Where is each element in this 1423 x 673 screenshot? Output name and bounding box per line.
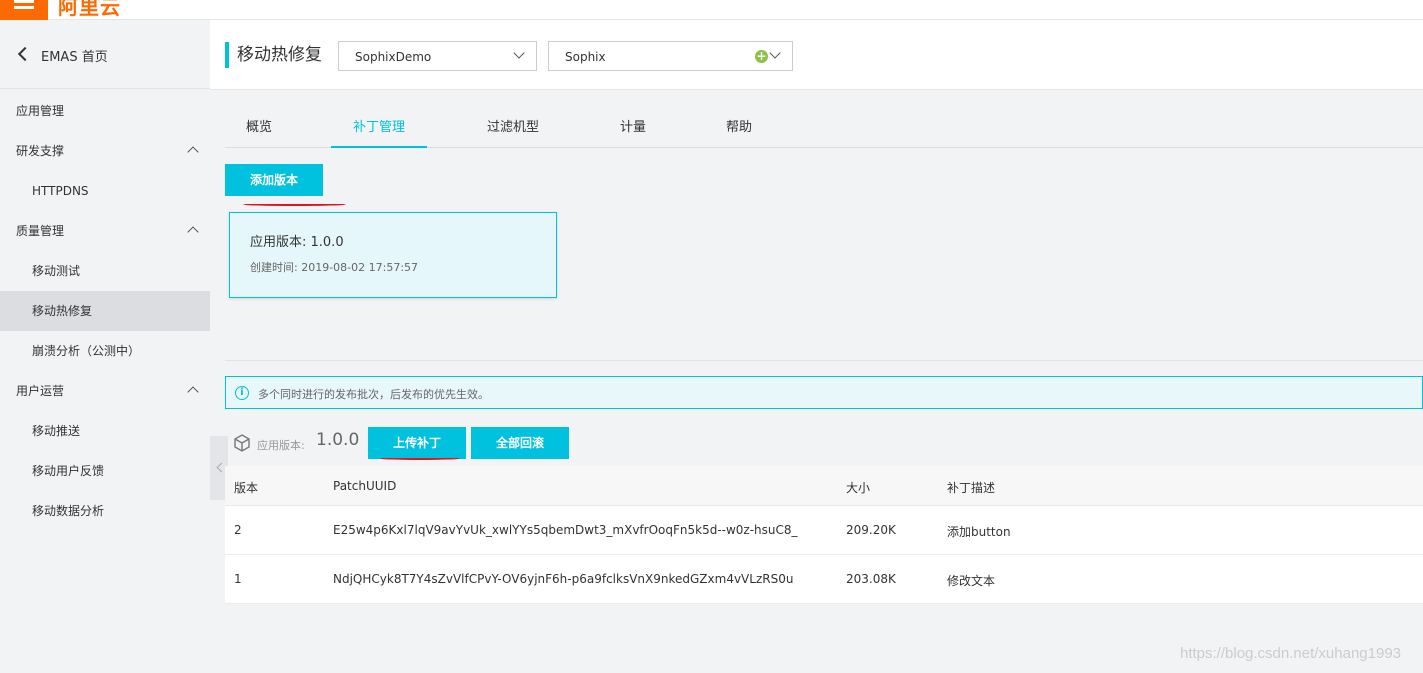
cell-description: 添加button: [947, 525, 1011, 539]
chevron-left-icon: [17, 46, 33, 62]
sidebar-group-quality[interactable]: 质量管理: [0, 211, 210, 251]
notice-text: 多个同时进行的发布批次，后发布的优先生效。: [258, 388, 489, 401]
version-label: 应用版本:: [257, 439, 305, 452]
add-circle-icon[interactable]: +: [755, 50, 768, 63]
table-row[interactable]: 2 E25w4p6Kxl7lqV9avYvUk_xwlYYs5qbemDwt3_…: [225, 506, 1423, 555]
page-title: 移动热修复: [225, 42, 322, 68]
sidebar-item-label: 应用管理: [16, 104, 65, 118]
tab-metering[interactable]: 计量: [599, 107, 667, 148]
chevron-up-icon: [187, 226, 199, 238]
top-bar: 阿里云: [0, 0, 1423, 20]
sidebar-item-push[interactable]: 移动推送: [0, 411, 210, 451]
sidebar-item-httpdns[interactable]: HTTPDNS: [0, 171, 210, 211]
sidebar-item-crash-analysis[interactable]: 崩溃分析（公测中）: [0, 331, 210, 371]
product-select[interactable]: Sophix +: [548, 41, 793, 71]
watermark: https://blog.csdn.net/xuhang1993: [1180, 645, 1402, 662]
cell-size: 209.20K: [846, 523, 896, 537]
sidebar-item-label: 研发支撑: [16, 144, 65, 158]
hamburger-menu-icon[interactable]: [0, 0, 48, 20]
brand-logo[interactable]: 阿里云: [58, 0, 121, 20]
sidebar-item-app-management[interactable]: 应用管理: [0, 91, 210, 131]
sidebar-item-label: 移动测试: [32, 264, 81, 278]
info-icon: i: [235, 386, 249, 400]
cell-patchuuid: NdjQHCyk8T7Y4sZvVlfCPvY-OV6yjnF6h-p6a9fc…: [333, 572, 794, 586]
app-select[interactable]: SophixDemo: [338, 41, 537, 71]
upload-patch-button[interactable]: 上传补丁: [368, 427, 466, 459]
sidebar-group-user-ops[interactable]: 用户运营: [0, 371, 210, 411]
rollback-all-button[interactable]: 全部回滚: [471, 427, 569, 459]
sidebar-item-label: 崩溃分析（公测中）: [32, 344, 141, 358]
tab-bar: 概览 补丁管理 过滤机型 计量 帮助: [225, 107, 1423, 148]
sidebar: EMAS 首页 应用管理 研发支撑 HTTPDNS 质量管理 移动测试 移动热修…: [0, 20, 210, 673]
annotation-underline: [243, 203, 346, 206]
cell-patchuuid: E25w4p6Kxl7lqV9avYvUk_xwlYYs5qbemDwt3_mX…: [333, 523, 798, 537]
sidebar-item-hotfix[interactable]: 移动热修复: [0, 291, 210, 331]
notice-banner: i 多个同时进行的发布批次，后发布的优先生效。: [225, 376, 1423, 409]
table-header: 版本 PatchUUID 大小 补丁描述: [225, 466, 1423, 506]
sidebar-item-mobile-testing[interactable]: 移动测试: [0, 251, 210, 291]
sidebar-item-label: 移动热修复: [32, 304, 93, 318]
cell-version: 1: [234, 572, 242, 586]
column-header-description: 补丁描述: [947, 481, 996, 495]
sidebar-item-label: 质量管理: [16, 224, 65, 238]
tab-overview[interactable]: 概览: [225, 107, 293, 148]
back-label: EMAS 首页: [41, 50, 108, 65]
page-header: 移动热修复 SophixDemo Sophix +: [210, 20, 1423, 90]
version-card-created: 创建时间: 2019-08-02 17:57:57: [250, 261, 419, 274]
column-header-version: 版本: [234, 481, 259, 495]
column-header-patchuuid: PatchUUID: [333, 479, 397, 493]
sidebar-item-label: 移动数据分析: [32, 504, 105, 518]
chevron-down-icon: [769, 47, 781, 59]
tab-filter-models[interactable]: 过滤机型: [465, 107, 561, 148]
version-card-version: 应用版本: 1.0.0: [250, 235, 344, 250]
sidebar-item-label: 用户运营: [16, 384, 65, 398]
version-value: 1.0.0: [316, 430, 360, 450]
tab-patch-management[interactable]: 补丁管理: [331, 107, 427, 148]
cell-description: 修改文本: [947, 574, 996, 588]
chevron-up-icon: [187, 146, 199, 158]
divider: [225, 360, 1423, 361]
app-select-value: SophixDemo: [355, 50, 432, 64]
back-to-emas-home[interactable]: EMAS 首页: [0, 20, 210, 89]
annotation-underline: [380, 457, 460, 460]
product-select-value: Sophix: [565, 50, 606, 64]
package-icon: [234, 434, 250, 452]
sidebar-item-feedback[interactable]: 移动用户反馈: [0, 451, 210, 491]
cell-version: 2: [234, 523, 242, 537]
sidebar-item-label: 移动用户反馈: [32, 464, 105, 478]
add-version-button[interactable]: 添加版本: [225, 164, 323, 196]
sidebar-item-data-analysis[interactable]: 移动数据分析: [0, 491, 210, 531]
patch-table: 版本 PatchUUID 大小 补丁描述 2 E25w4p6Kxl7lqV9av…: [225, 466, 1423, 604]
sidebar-item-label: 移动推送: [32, 424, 81, 438]
sidebar-item-label: HTTPDNS: [32, 184, 89, 198]
chevron-down-icon: [513, 47, 525, 59]
version-card[interactable]: 应用版本: 1.0.0 创建时间: 2019-08-02 17:57:57: [229, 212, 557, 298]
cell-size: 203.08K: [846, 572, 896, 586]
main-content: 概览 补丁管理 过滤机型 计量 帮助 添加版本 应用版本: 1.0.0 创建时间…: [225, 90, 1423, 673]
chevron-up-icon: [187, 386, 199, 398]
sidebar-group-dev-support[interactable]: 研发支撑: [0, 131, 210, 171]
table-row[interactable]: 1 NdjQHCyk8T7Y4sZvVlfCPvY-OV6yjnF6h-p6a9…: [225, 555, 1423, 604]
column-header-size: 大小: [846, 481, 871, 495]
tab-help[interactable]: 帮助: [705, 107, 773, 148]
version-toolbar: 应用版本: 1.0.0 上传补丁 全部回滚: [225, 424, 1423, 464]
